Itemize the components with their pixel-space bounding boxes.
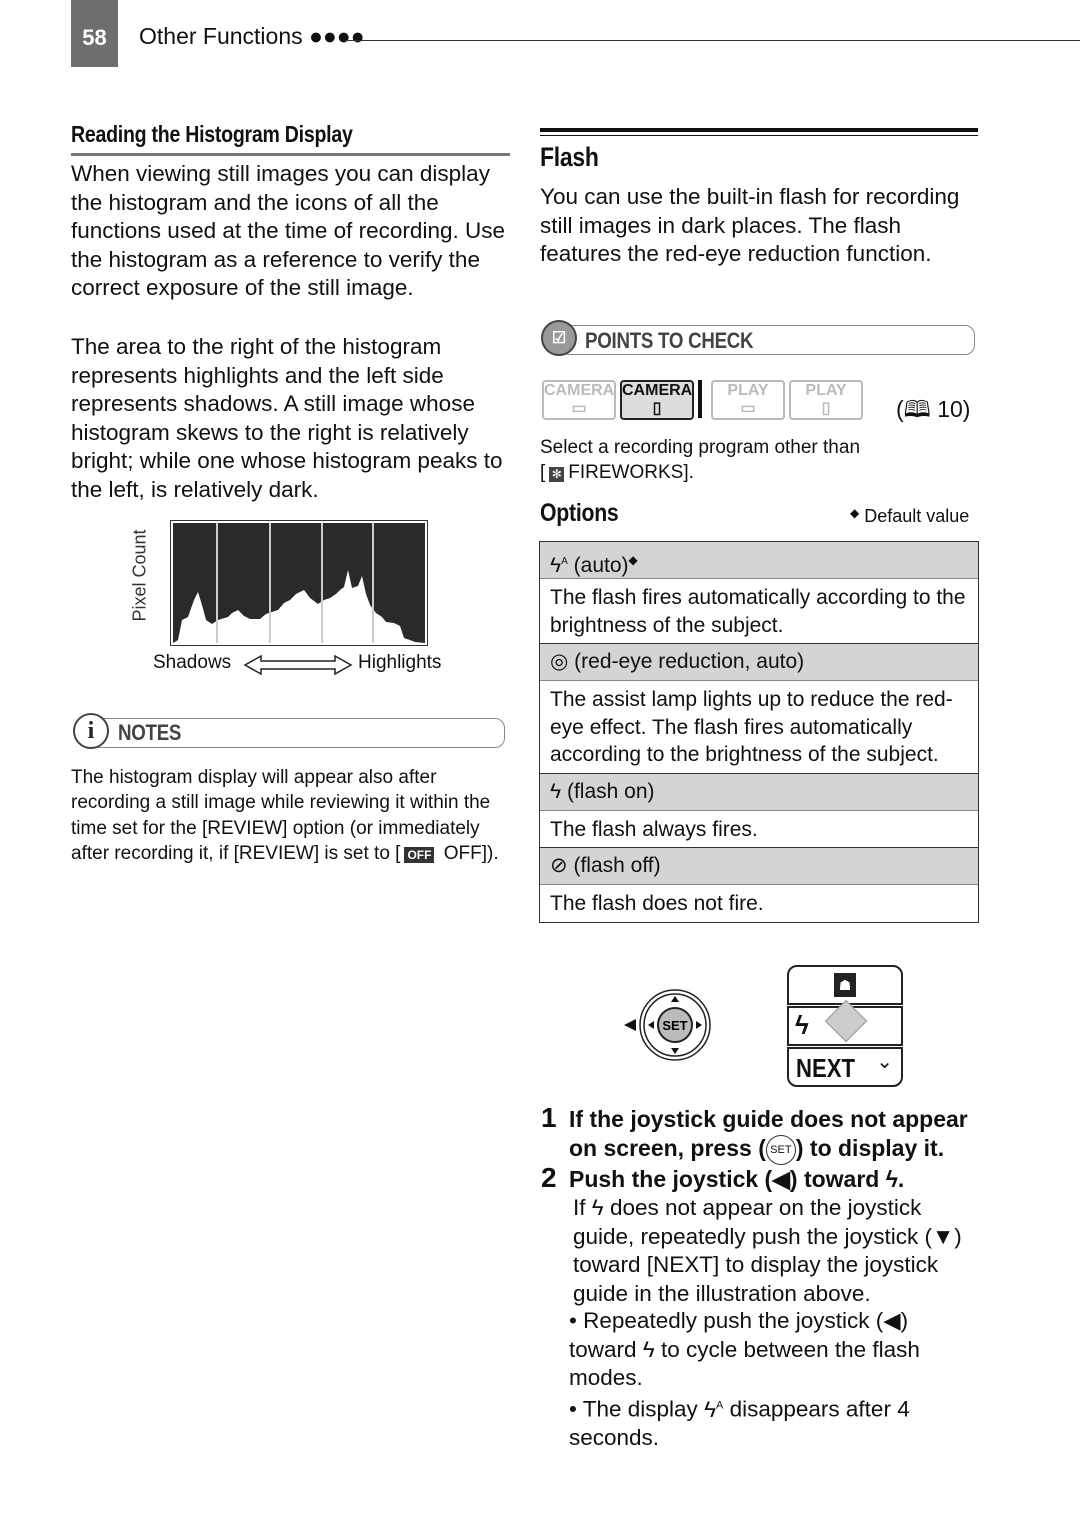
flash-on-icon: ϟ bbox=[643, 1337, 655, 1362]
page-ref-number: 10 bbox=[937, 396, 963, 422]
histogram-ylabel-wrap: Pixel Count bbox=[125, 520, 155, 630]
mode-camera-card: CAMERA▯ bbox=[620, 380, 694, 420]
mode-play-card: PLAY▯ bbox=[789, 380, 863, 420]
guide-middle: ϟ bbox=[787, 1006, 903, 1046]
notes-text-b: OFF]). bbox=[438, 843, 498, 864]
double-arrow-icon bbox=[243, 654, 353, 676]
check-text-b: FIREWORKS]. bbox=[568, 462, 694, 483]
step-text-a: Push the joystick (◀) toward bbox=[569, 1166, 879, 1192]
manual-page: 58 Other Functions ●●●● Reading the Hist… bbox=[0, 0, 1080, 1534]
default-note: ◆ Default value bbox=[850, 506, 969, 527]
off-icon: OFF bbox=[404, 847, 434, 863]
book-icon: 🕮 bbox=[904, 396, 931, 422]
header-rule bbox=[345, 40, 1080, 41]
mode-label: CAMERA bbox=[622, 382, 692, 399]
body-text: The display bbox=[583, 1397, 698, 1422]
bullet-2: • The display ϟA disappears after 4 seco… bbox=[569, 1391, 974, 1453]
checkbox-icon: ☑ bbox=[541, 320, 577, 356]
body-text: If bbox=[573, 1195, 586, 1220]
step-text-b: ) to display it. bbox=[796, 1135, 944, 1161]
diamond-icon: ◆ bbox=[850, 506, 859, 520]
option-label: (flash off) bbox=[573, 854, 660, 877]
step-number: 2 bbox=[541, 1162, 557, 1194]
option-auto: ϟA (auto)◆ bbox=[540, 542, 978, 578]
section-title: Other Functions ●●●● bbox=[139, 23, 365, 50]
mode-label: PLAY bbox=[727, 382, 768, 399]
flash-on-icon: ϟ bbox=[886, 1166, 898, 1192]
check-text: Select a recording program other than[✻F… bbox=[540, 435, 860, 485]
points-title: POINTS TO CHECK bbox=[585, 328, 753, 354]
chevron-down-icon: ⌄ bbox=[876, 1049, 893, 1074]
portrait-icon: ☗ bbox=[834, 973, 856, 997]
histogram-figure bbox=[170, 520, 428, 646]
option-desc: The flash fires automatically according … bbox=[540, 578, 978, 643]
mode-label: PLAY bbox=[805, 382, 846, 399]
flash-on-icon: ϟ bbox=[550, 780, 561, 803]
flash-auto-icon: ϟA bbox=[704, 1397, 723, 1422]
flash-on-icon: ϟ bbox=[592, 1195, 604, 1220]
joystick-direction-icon bbox=[825, 1000, 867, 1042]
histogram-para-2: The area to the right of the histogram r… bbox=[71, 333, 511, 505]
histogram-para-1: When viewing still images you can displa… bbox=[71, 160, 511, 303]
step-1-text: If the joystick guide does not appear on… bbox=[569, 1105, 979, 1165]
options-table: ϟA (auto)◆ The flash fires automatically… bbox=[539, 541, 979, 923]
flash-intro: You can use the built-in flash for recor… bbox=[540, 183, 980, 269]
next-label: NEXT bbox=[796, 1053, 855, 1084]
flash-top-rule-thin bbox=[540, 135, 978, 136]
option-label: (red-eye reduction, auto) bbox=[574, 650, 804, 673]
set-button-icon: SET bbox=[766, 1135, 796, 1165]
card-icon: ▯ bbox=[653, 400, 662, 417]
bullet-1: • Repeatedly push the joystick (◀) towar… bbox=[569, 1307, 974, 1393]
tape-icon: ▭ bbox=[740, 400, 755, 417]
histogram-ylabel: Pixel Count bbox=[130, 521, 151, 631]
notes-title: NOTES bbox=[118, 720, 181, 746]
option-desc: The assist lamp lights up to reduce the … bbox=[540, 680, 978, 773]
joystick-illustration: SET bbox=[620, 985, 715, 1065]
guide-next: NEXT ⌄ bbox=[787, 1047, 903, 1087]
mode-divider bbox=[698, 380, 702, 418]
step-2-text: Push the joystick (◀) toward ϟ. bbox=[569, 1165, 979, 1194]
mode-label: CAMERA bbox=[544, 382, 614, 399]
flash-auto-icon: ϟA bbox=[550, 554, 568, 577]
step-2-body: If ϟ does not appear on the joystick gui… bbox=[573, 1194, 978, 1308]
check-text-a: Select a recording program other than bbox=[540, 437, 860, 458]
body-text: does not appear on the joystick guide, r… bbox=[573, 1195, 962, 1306]
option-flash-off: ⊘ (flash off) bbox=[540, 847, 978, 884]
mode-play-tape: PLAY▭ bbox=[711, 380, 785, 420]
option-red-eye: ◎ (red-eye reduction, auto) bbox=[540, 643, 978, 680]
card-icon: ▯ bbox=[822, 400, 831, 417]
option-flash-on: ϟ (flash on) bbox=[540, 773, 978, 810]
options-heading: Options bbox=[540, 499, 618, 528]
option-label: (flash on) bbox=[567, 780, 655, 803]
notes-text: The histogram display will appear also a… bbox=[71, 765, 511, 868]
flash-on-icon: ϟ bbox=[795, 1010, 809, 1041]
option-desc: The flash does not fire. bbox=[540, 884, 978, 922]
fireworks-icon: ✻ bbox=[549, 467, 564, 482]
heading-rule bbox=[71, 153, 510, 156]
option-desc: The flash always fires. bbox=[540, 810, 978, 848]
left-arrow-icon bbox=[624, 1019, 636, 1031]
default-note-text: Default value bbox=[864, 506, 969, 526]
flash-heading: Flash bbox=[540, 142, 599, 173]
flash-top-rule bbox=[540, 128, 978, 132]
page-number: 58 bbox=[71, 0, 118, 67]
highlights-label: Highlights bbox=[358, 652, 441, 674]
option-label: (auto) bbox=[574, 554, 629, 577]
histogram-heading: Reading the Histogram Display bbox=[71, 121, 479, 148]
set-label: SET bbox=[662, 1018, 687, 1033]
step-text-b: . bbox=[898, 1166, 904, 1192]
shadows-label: Shadows bbox=[153, 652, 231, 674]
page-reference: (🕮 10) bbox=[896, 393, 970, 432]
red-eye-icon: ◎ bbox=[550, 650, 568, 673]
flash-off-icon: ⊘ bbox=[550, 854, 568, 877]
tape-icon: ▭ bbox=[571, 400, 586, 417]
step-number: 1 bbox=[541, 1102, 557, 1134]
info-icon: i bbox=[73, 713, 109, 749]
diamond-icon: ◆ bbox=[629, 553, 638, 567]
mode-camera-tape: CAMERA▭ bbox=[542, 380, 616, 420]
